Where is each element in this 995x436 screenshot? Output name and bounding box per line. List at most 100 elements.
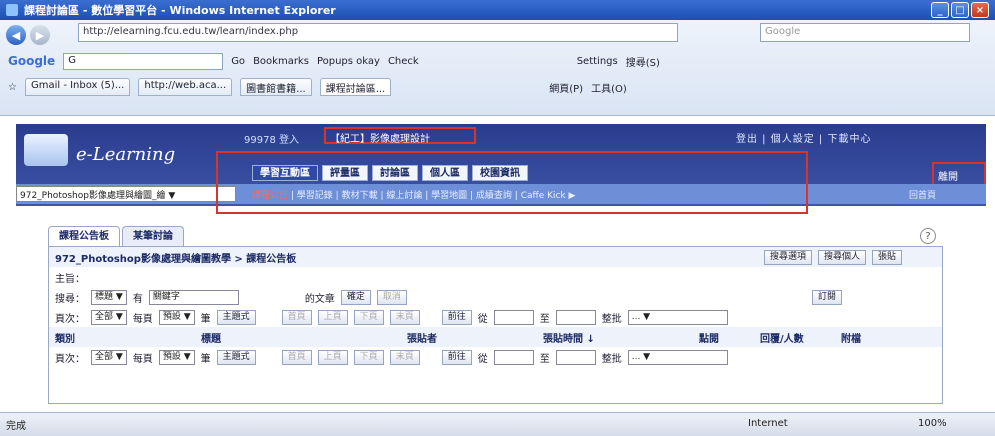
keyword-input[interactable]: 關鍵字 [148, 289, 239, 305]
forum-content: 課程公告板 某筆討論 ? 972_Photoshop影像處理與繪圖教學 > 課程… [48, 226, 943, 404]
top-links[interactable]: 登出 | 個人設定 | 下載中心 [736, 130, 871, 145]
subject-label: 主旨： [55, 273, 85, 285]
next-page-button[interactable]: 下頁 [353, 309, 384, 325]
search-reset-button[interactable]: 取消 [376, 289, 407, 305]
next-page-button-bottom[interactable]: 下頁 [353, 349, 384, 365]
col-poster[interactable]: 張貼者 [407, 330, 537, 345]
address-bar[interactable]: http://elearning.fcu.edu.tw/learn/index.… [78, 23, 678, 42]
back-icon[interactable]: ◀ [6, 25, 26, 45]
tab-library[interactable]: 圖書館書籍... [240, 78, 312, 96]
pager-mode-select[interactable]: 全部 ▼ [91, 309, 127, 325]
google-search-box[interactable]: G [63, 52, 224, 70]
user-info: 99978 登入 [244, 135, 299, 146]
help-icon[interactable]: ? [920, 228, 936, 244]
internet-zone: Internet [748, 418, 788, 429]
article-label: 的文章 [304, 293, 335, 305]
batch-select-bottom[interactable]: ... ▼ [627, 349, 728, 365]
search-options-button[interactable]: 搜尋選項 [763, 249, 812, 265]
per-page-value: 預設 [162, 311, 181, 322]
first-page-button-bottom[interactable]: 首頁 [281, 349, 312, 365]
menu-page[interactable]: 網頁(P) [549, 80, 583, 95]
pager-mode-select-bottom[interactable]: 全部 ▼ [91, 349, 127, 365]
tab-gmail[interactable]: Gmail - Inbox (5)... [24, 78, 131, 96]
toolbar-bookmarks[interactable]: Bookmarks [253, 56, 309, 67]
web-page: e-Learning 99978 登入 【紀工】影像處理設計 登出 | 個人設定… [0, 116, 995, 412]
pager-row-top: 頁次： 全部 ▼ 每頁 預設 ▼ 筆 主題式 首頁 上頁 下頁 末頁 前往 從 … [49, 307, 942, 327]
minimize-button[interactable]: _ [931, 2, 949, 18]
col-title[interactable]: 標題 [201, 330, 401, 345]
nav-highlight-box [216, 151, 808, 214]
from-input-bottom[interactable] [493, 349, 534, 365]
search-person-button[interactable]: 搜尋個人 [817, 249, 866, 265]
jump-button-bottom[interactable]: 前往 [441, 349, 472, 365]
pager-label: 頁次： [55, 313, 85, 325]
to-input[interactable] [555, 309, 596, 325]
search-label: 搜尋： [55, 293, 85, 305]
tab-row: ☆ Gmail - Inbox (5)... http://web.aca...… [0, 76, 995, 98]
tab-web[interactable]: http://web.aca... [138, 78, 233, 96]
col-attachments[interactable]: 附檔 [841, 330, 861, 345]
style-button[interactable]: 主題式 [216, 309, 256, 325]
style-button-bottom[interactable]: 主題式 [216, 349, 256, 365]
per-page-select[interactable]: 預設 ▼ [158, 309, 195, 325]
col-views[interactable]: 點閱 [699, 330, 754, 345]
favorites-star-icon[interactable]: ☆ [8, 82, 17, 93]
toolbar-settings[interactable]: Settings [577, 56, 618, 67]
prev-page-button-bottom[interactable]: 上頁 [317, 349, 348, 365]
tab-forum[interactable]: 課程討論區... [319, 78, 392, 96]
site-logo-text: e-Learning [76, 144, 176, 165]
status-bar: 完成 Internet 100% [0, 412, 995, 436]
home-link[interactable]: 回首頁 [909, 188, 936, 201]
col-category[interactable]: 類別 [55, 330, 195, 345]
toolbar-search[interactable]: 搜尋(S) [626, 54, 660, 69]
forum-panel: 972_Photoshop影像處理與繪圖教學 > 課程公告板 搜尋選項 搜尋個人… [48, 246, 943, 404]
subscribe-button[interactable]: 訂閱 [811, 289, 842, 305]
from-label: 從 [477, 313, 488, 325]
course-select-value: 972_Photoshop影像處理與繪圖_繪 [20, 191, 169, 201]
pager-mode-value-bottom: 全部 [95, 351, 114, 362]
batch-value: ... [631, 311, 641, 322]
browser-chrome: ◀ ▶ http://elearning.fcu.edu.tw/learn/in… [0, 20, 995, 116]
col-time[interactable]: 張貼時間 ↓ [543, 330, 693, 345]
batch-select[interactable]: ... ▼ [627, 309, 728, 325]
post-button[interactable]: 張貼 [871, 249, 902, 265]
forward-icon[interactable]: ▶ [30, 25, 50, 45]
col-replies[interactable]: 回覆/人數 [760, 330, 835, 345]
to-label: 至 [539, 313, 550, 325]
from-input[interactable] [493, 309, 534, 325]
toolbar-popups[interactable]: Popups okay [317, 56, 380, 67]
status-text: 完成 [6, 421, 26, 432]
last-page-button[interactable]: 末頁 [389, 309, 420, 325]
has-label: 有 [132, 293, 143, 305]
pager-label-bottom: 頁次： [55, 353, 85, 365]
zoom-level[interactable]: 100% [918, 418, 947, 429]
to-input-bottom[interactable] [555, 349, 596, 365]
pager-row-bottom: 頁次： 全部 ▼ 每頁 預設 ▼ 筆 主題式 首頁 上頁 下頁 末頁 前往 從 … [49, 347, 942, 367]
ie-icon [6, 4, 18, 16]
google-toolbar: Google G Go Bookmarks Popups okay Check … [0, 50, 995, 72]
search-row: 搜尋： 標題 ▼ 有 關鍵字 的文章 確定 取消 訂閱 [49, 287, 942, 307]
last-page-button-bottom[interactable]: 末頁 [389, 349, 420, 365]
search-go-button[interactable]: 確定 [340, 289, 371, 305]
current-course[interactable]: 【紀工】影像處理設計 [324, 127, 476, 145]
course-select[interactable]: 972_Photoshop影像處理與繪圖_繪 ▼ [16, 186, 236, 202]
jump-button[interactable]: 前往 [441, 309, 472, 325]
tab-announcement-board[interactable]: 課程公告板 [48, 226, 120, 246]
window-titlebar: 課程討論區 - 數位學習平台 - Windows Internet Explor… [0, 0, 995, 20]
table-header: 類別 標題 張貼者 張貼時間 ↓ 點閱 回覆/人數 附檔 [49, 327, 942, 347]
to-label-bottom: 至 [539, 353, 550, 365]
prev-page-button[interactable]: 上頁 [317, 309, 348, 325]
per-page-value-bottom: 預設 [162, 351, 181, 362]
breadcrumb: 972_Photoshop影像處理與繪圖教學 > 課程公告板 [55, 253, 297, 265]
toolbar-go[interactable]: Go [231, 56, 245, 67]
maximize-button[interactable]: □ [951, 2, 969, 18]
tab-single-post[interactable]: 某筆討論 [122, 226, 184, 246]
search-input[interactable]: Google [760, 23, 970, 42]
menu-tools[interactable]: 工具(O) [591, 80, 627, 95]
per-page-select-bottom[interactable]: 預設 ▼ [158, 349, 195, 365]
first-page-button[interactable]: 首頁 [281, 309, 312, 325]
search-field-select[interactable]: 標題 ▼ [91, 289, 127, 305]
close-button[interactable]: × [971, 2, 989, 18]
toolbar-check[interactable]: Check [388, 56, 419, 67]
window-controls: _ □ × [931, 2, 989, 18]
